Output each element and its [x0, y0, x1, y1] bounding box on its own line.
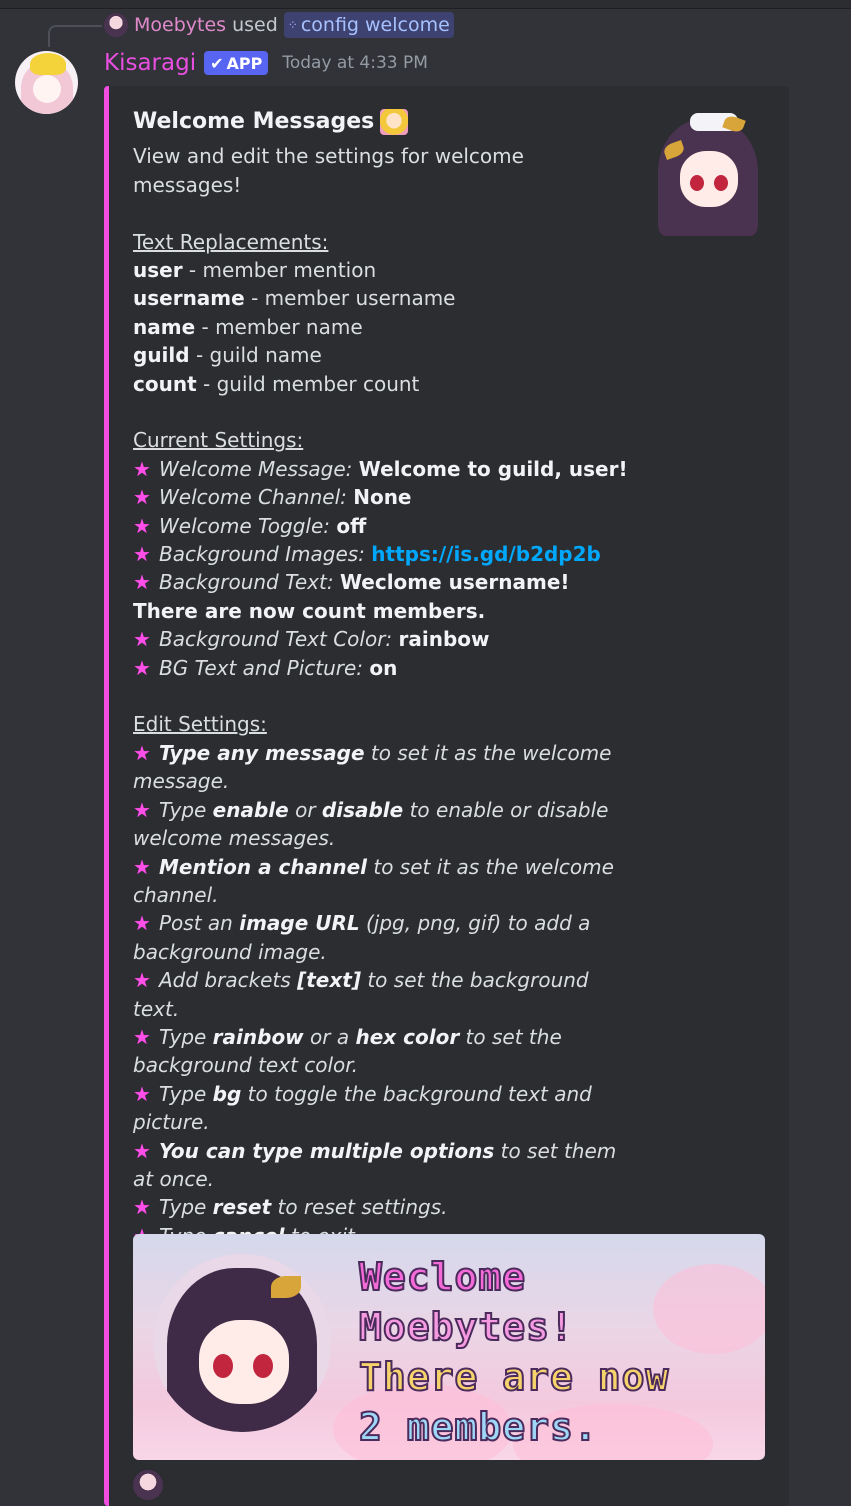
reply-username[interactable]: Moebytes [134, 14, 226, 36]
edit-instruction: ★ Add brackets [text] to set the backgrou… [133, 968, 589, 1021]
anime-girl-emoji-icon [380, 109, 409, 136]
banner-line: 2 members. [358, 1404, 598, 1450]
edit-instruction: ★ Mention a channel to set it as the welc… [133, 854, 614, 907]
slash-command-pill[interactable]: ⁘ config welcome [283, 12, 454, 38]
replacement-item: name - member name [133, 314, 363, 339]
bot-avatar[interactable] [15, 51, 78, 114]
embed: Welcome Messages View and edit the setti… [104, 86, 789, 1506]
reply-connector [48, 25, 102, 47]
command-reply-bar[interactable]: Moebytes used ⁘ config welcome [104, 12, 454, 38]
embed-title-text: Welcome Messages [133, 109, 375, 134]
embed-description: View and edit the settings for welcome m… [133, 144, 524, 197]
replacements-header: Text Replacements: [133, 229, 329, 254]
banner-text: Weclome Moebytes! There are now 2 member… [358, 1252, 670, 1452]
setting-background-text-color: ★ Background Text Color: rainbow [133, 625, 633, 653]
star-icon: ★ [133, 655, 151, 680]
replacement-item: user - member mention [133, 258, 377, 283]
edit-instruction: ★ Type enable or disable to enable or dis… [133, 797, 609, 851]
banner-avatar-circle [153, 1254, 331, 1432]
bot-username[interactable]: Kisaragi [104, 50, 196, 76]
edit-instruction: ★ You can type multiple options to set th… [133, 1138, 617, 1191]
footer-avatar [133, 1470, 163, 1500]
setting-welcome-toggle: ★ Welcome Toggle: off [133, 512, 633, 540]
edit-instruction: ★ Type any message to set it as the welco… [133, 740, 612, 794]
star-icon: ★ [133, 513, 151, 538]
embed-thumbnail[interactable] [650, 109, 765, 236]
top-divider [0, 0, 851, 9]
reply-used-text: used [232, 14, 278, 36]
star-icon: ★ [133, 570, 151, 595]
banner-line: Moebytes! [358, 1304, 574, 1350]
message-header: Kisaragi ✔ APP Today at 4:33 PM [104, 50, 428, 76]
setting-welcome-channel: ★ Welcome Channel: None [133, 483, 633, 511]
edit-settings-header: Edit Settings: [133, 712, 267, 737]
checkmark-icon: ✔ [210, 53, 224, 73]
banner-line: There are now [358, 1354, 670, 1400]
current-settings-header: Current Settings: [133, 428, 304, 453]
background-images-link[interactable]: https://is.gd/b2dp2b [371, 542, 601, 566]
replacement-item: count - guild member count [133, 371, 420, 396]
reply-user-avatar[interactable] [104, 13, 128, 37]
edit-instruction: ★ Type rainbow or a hex color to set the … [133, 1024, 562, 1078]
embed-body: Welcome Messages View and edit the setti… [133, 108, 633, 1250]
replacement-item: guild - guild name [133, 343, 322, 368]
embed-footer [133, 1470, 163, 1500]
setting-background-images: ★ Background Images: https://is.gd/b2dp2b [133, 540, 633, 568]
slash-command-icon: ⁘ [287, 18, 298, 32]
setting-background-text: ★ Background Text: Weclome username! Ther… [133, 570, 570, 623]
edit-instruction: ★ Type bg to toggle the background text a… [133, 1081, 592, 1135]
banner-line: Weclome [358, 1254, 527, 1300]
setting-welcome-message: ★ Welcome Message: Welcome to guild, user… [133, 455, 633, 483]
setting-bg-text-and-picture: ★ BG Text and Picture: on [133, 654, 633, 682]
edit-instruction: ★ Post an image URL (jpg, png, gif) to ad… [133, 911, 591, 964]
replacement-item: username - member username [133, 286, 456, 311]
star-icon: ★ [133, 542, 151, 567]
slash-command-name: config welcome [300, 14, 450, 36]
embed-title: Welcome Messages [133, 108, 633, 136]
message-timestamp[interactable]: Today at 4:33 PM [282, 53, 428, 73]
app-badge: ✔ APP [204, 51, 269, 75]
app-badge-label: APP [226, 53, 263, 73]
star-icon: ★ [133, 485, 151, 510]
star-icon: ★ [133, 627, 151, 652]
star-icon: ★ [133, 456, 151, 481]
edit-instruction: ★ Type reset to reset settings. [133, 1195, 448, 1220]
welcome-banner-image[interactable]: Weclome Moebytes! There are now 2 member… [133, 1234, 765, 1460]
